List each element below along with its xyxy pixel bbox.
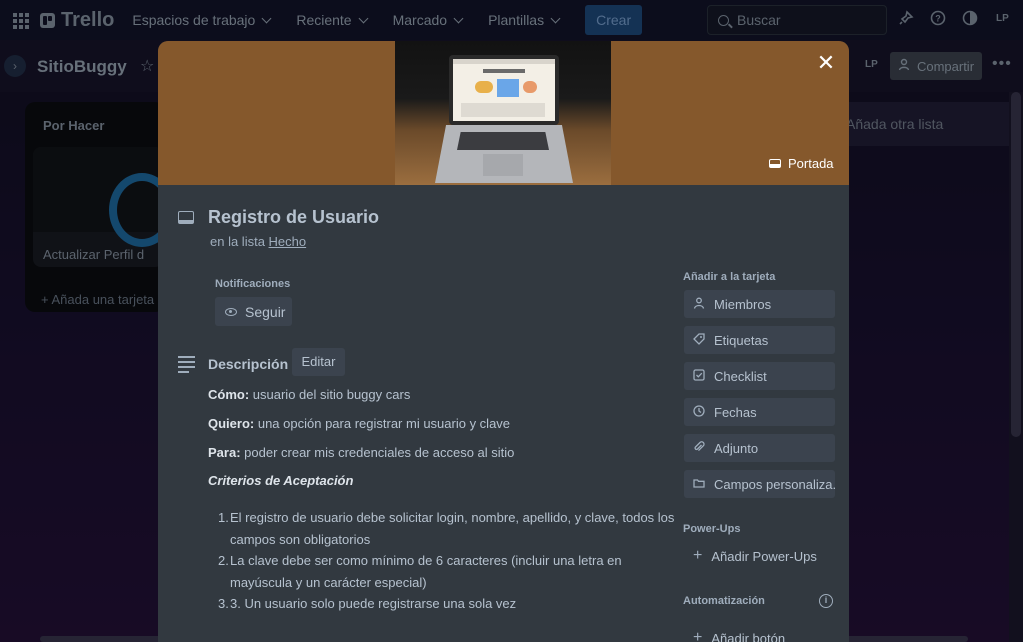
custom-fields-label: Campos personaliza... xyxy=(714,476,835,492)
eye-icon xyxy=(225,307,237,316)
card-title[interactable]: Registro de Usuario xyxy=(208,207,379,228)
checklist-label: Checklist xyxy=(714,368,767,384)
add-button-button[interactable]: + Añadir botón xyxy=(684,624,785,642)
add-button-label: Añadir botón xyxy=(711,630,786,642)
add-to-card-label: Añadir a la tarjeta xyxy=(683,271,776,283)
desc-para: Para: poder crear mis credenciales de ac… xyxy=(208,445,514,460)
custom-fields-button[interactable]: Campos personaliza... xyxy=(684,470,835,498)
dates-button[interactable]: Fechas xyxy=(684,398,835,426)
list-item-text: 3. Un usuario solo puede registrarse una… xyxy=(230,596,517,611)
members-button[interactable]: Miembros xyxy=(684,290,835,318)
follow-label: Seguir xyxy=(245,303,286,320)
paperclip-icon xyxy=(693,440,705,456)
plus-icon: + xyxy=(693,629,703,642)
desc-quiero: Quiero: una opción para registrar mi usu… xyxy=(208,416,510,431)
desc-como-text: usuario del sitio buggy cars xyxy=(249,387,411,402)
laptop-screen xyxy=(449,55,559,125)
dates-label: Fechas xyxy=(714,404,757,420)
list-item-text: La clave debe ser como mínimo de 6 carac… xyxy=(230,553,622,590)
description-title: Descripción xyxy=(208,356,289,372)
notifications-label: Notificaciones xyxy=(215,278,291,290)
desc-como-label: Cómo: xyxy=(208,387,250,402)
card-cover-icon xyxy=(769,159,781,168)
follow-button[interactable]: Seguir xyxy=(215,297,292,326)
desc-como: Cómo: usuario del sitio buggy cars xyxy=(208,387,410,402)
card-icon xyxy=(178,211,194,224)
list-item-text: El registro de usuario debe solicitar lo… xyxy=(230,510,675,547)
attachment-button[interactable]: Adjunto xyxy=(684,434,835,462)
plus-icon: + xyxy=(693,547,703,564)
checklist-icon xyxy=(693,368,705,384)
desc-para-text: poder crear mis credenciales de acceso a… xyxy=(240,445,515,460)
checklist-button[interactable]: Checklist xyxy=(684,362,835,390)
close-icon[interactable]: ✕ xyxy=(814,52,838,76)
list-item-number: 3. xyxy=(218,596,229,611)
card-list-info: en la lista Hecho xyxy=(210,234,306,249)
attachment-label: Adjunto xyxy=(714,440,759,456)
cover-image xyxy=(395,41,611,185)
desc-quiero-label: Quiero: xyxy=(208,416,255,431)
labels-label: Etiquetas xyxy=(714,332,769,348)
info-icon[interactable]: i xyxy=(819,594,833,608)
automation-label: Automatización xyxy=(683,595,765,607)
members-label: Miembros xyxy=(714,296,772,312)
edit-description-button[interactable]: Editar xyxy=(292,348,345,376)
cover-button[interactable]: Portada xyxy=(769,156,834,171)
description-icon xyxy=(178,356,195,376)
add-powerups-label: Añadir Power-Ups xyxy=(711,548,817,564)
list-item-number: 2. xyxy=(218,553,229,568)
add-powerups-button[interactable]: + Añadir Power-Ups xyxy=(684,542,817,570)
list-item-number: 1. xyxy=(218,510,229,525)
tag-icon xyxy=(693,332,705,348)
clock-icon xyxy=(693,404,705,420)
cover-label: Portada xyxy=(788,156,834,171)
powerups-label: Power-Ups xyxy=(683,523,741,535)
folder-icon xyxy=(693,477,705,492)
labels-button[interactable]: Etiquetas xyxy=(684,326,835,354)
in-list-prefix: en la lista xyxy=(210,234,265,249)
list-link[interactable]: Hecho xyxy=(269,234,307,249)
card-detail-modal: ✕ Portada Registro de Usuario en la list… xyxy=(158,41,849,642)
desc-quiero-text: una opción para registrar mi usuario y c… xyxy=(254,416,511,431)
card-cover: ✕ Portada xyxy=(158,41,849,185)
desc-criteria: Criterios de Aceptación xyxy=(208,473,354,488)
desc-para-label: Para: xyxy=(208,445,241,460)
laptop-keyboard xyxy=(457,132,549,150)
laptop-trackpad xyxy=(483,154,523,176)
person-icon xyxy=(693,297,705,312)
